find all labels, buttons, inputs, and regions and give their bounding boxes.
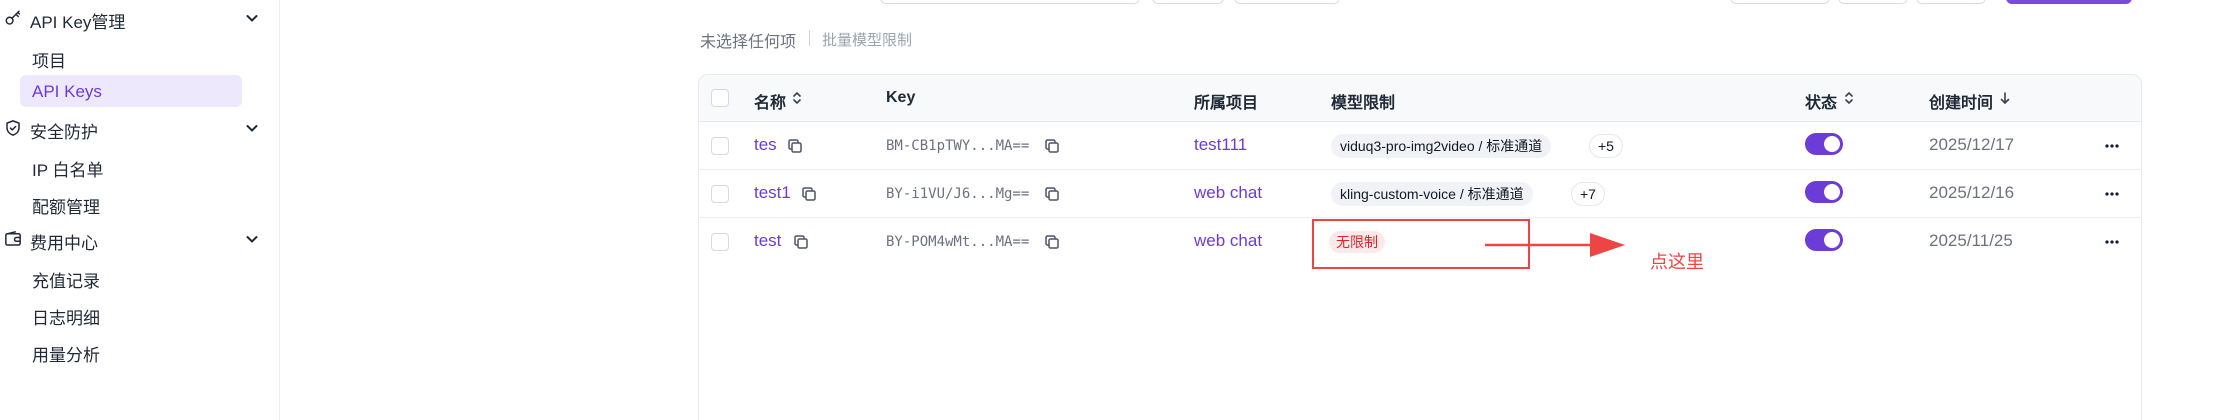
- copy-icon[interactable]: [801, 186, 817, 202]
- select-all-checkbox[interactable]: [711, 89, 729, 107]
- sidebar-group-label: API Key管理: [30, 13, 126, 32]
- sort-icon[interactable]: [791, 91, 803, 105]
- key-icon: [5, 10, 21, 25]
- toggle-knob: [1824, 184, 1840, 200]
- model-chip: viduq3-pro-img2video / 标准通道: [1331, 134, 1552, 158]
- annotation-arrow-icon: [1485, 233, 1625, 257]
- sidebar-group-api-key[interactable]: API Key管理: [0, 0, 280, 36]
- sidebar: API Key管理 项目 API Keys 安全防护 IP 白名单 配额管理 费…: [0, 0, 280, 420]
- column-header-created[interactable]: 创建时间: [1929, 89, 1993, 113]
- sidebar-item-label: 项目: [32, 52, 66, 71]
- sidebar-group-billing[interactable]: 费用中心: [0, 221, 280, 257]
- more-options-icon[interactable]: [2105, 144, 2119, 148]
- sidebar-group-label: 费用中心: [30, 234, 98, 253]
- project-link[interactable]: test111: [1194, 135, 1247, 155]
- created-date: 2025/12/16: [1929, 183, 2015, 202]
- column-header-key: Key: [886, 89, 916, 106]
- key-name[interactable]: test: [754, 231, 781, 251]
- toggle-knob: [1824, 232, 1840, 248]
- more-options-icon[interactable]: [2105, 240, 2119, 244]
- chevron-down-icon: [246, 236, 258, 243]
- copy-icon[interactable]: [1044, 186, 1060, 202]
- api-key-value: BM-CB1pTWY...MA==: [886, 138, 1030, 154]
- sidebar-item-ip-whitelist[interactable]: IP 白名单: [20, 149, 242, 181]
- copy-icon[interactable]: [1044, 234, 1060, 250]
- toolbar-button-3[interactable]: [1916, 0, 1986, 4]
- copy-icon[interactable]: [793, 234, 809, 250]
- sidebar-item-quota[interactable]: 配额管理: [20, 186, 242, 218]
- sidebar-item-usage[interactable]: 用量分析: [20, 334, 242, 366]
- key-name[interactable]: test1: [754, 183, 791, 203]
- table-row: test1 BY-i1VU/J6...Mg== web chat kling-c…: [699, 170, 2141, 218]
- column-header-model-limit: 模型限制: [1331, 95, 1396, 112]
- shield-icon: [6, 120, 20, 136]
- column-header-status[interactable]: 状态: [1805, 89, 1837, 113]
- sidebar-group-label: 安全防护: [30, 123, 98, 142]
- sidebar-item-label: 日志明细: [32, 309, 100, 328]
- copy-icon[interactable]: [787, 138, 803, 154]
- status-toggle[interactable]: [1805, 181, 1843, 203]
- project-link[interactable]: web chat: [1194, 231, 1262, 251]
- column-header-project: 所属项目: [1194, 95, 1259, 112]
- divider: [809, 30, 810, 46]
- created-date: 2025/12/17: [1929, 135, 2015, 154]
- sidebar-group-security[interactable]: 安全防护: [0, 110, 280, 146]
- api-key-value: BY-i1VU/J6...Mg==: [886, 186, 1030, 202]
- created-date: 2025/11/25: [1929, 231, 2013, 250]
- table-row: tes BM-CB1pTWY...MA== test111 viduq3-pro…: [699, 122, 2141, 170]
- filter-select[interactable]: [1152, 0, 1224, 4]
- key-name[interactable]: tes: [754, 135, 777, 155]
- status-toggle[interactable]: [1805, 229, 1843, 251]
- column-header-name[interactable]: 名称: [754, 89, 786, 113]
- copy-icon[interactable]: [1044, 138, 1060, 154]
- sort-descending-icon[interactable]: [1999, 91, 2011, 105]
- more-models-badge[interactable]: +5: [1589, 134, 1623, 158]
- project-link[interactable]: web chat: [1194, 183, 1262, 203]
- row-checkbox[interactable]: [711, 137, 729, 155]
- chevron-down-icon: [246, 125, 258, 132]
- sidebar-item-label: 配额管理: [32, 198, 100, 217]
- sort-icon[interactable]: [1843, 91, 1855, 105]
- sidebar-item-label: IP 白名单: [32, 161, 104, 180]
- toggle-knob: [1824, 136, 1840, 152]
- table-header: 名称 Key 所属项目 模型限制 状态 创建时间: [699, 75, 2141, 122]
- sidebar-item-recharge[interactable]: 充值记录: [20, 260, 242, 292]
- sidebar-item-label: API Keys: [32, 82, 102, 101]
- sidebar-item-label: 充值记录: [32, 272, 100, 291]
- create-key-button[interactable]: [2006, 0, 2132, 4]
- selection-info: 未选择任何项: [700, 34, 797, 51]
- status-toggle[interactable]: [1805, 133, 1843, 155]
- row-checkbox[interactable]: [711, 185, 729, 203]
- sidebar-item-api-keys[interactable]: API Keys: [20, 75, 242, 107]
- search-input[interactable]: [880, 0, 1140, 4]
- batch-model-limit-button[interactable]: 批量模型限制: [822, 29, 912, 50]
- more-options-icon[interactable]: [2105, 192, 2119, 196]
- api-key-value: BY-POM4wMt...MA==: [886, 234, 1030, 250]
- project-select[interactable]: [1234, 0, 1340, 4]
- row-checkbox[interactable]: [711, 233, 729, 251]
- annotation-label: 点这里: [1650, 252, 1704, 272]
- more-models-badge[interactable]: +7: [1571, 182, 1605, 206]
- model-chip: kling-custom-voice / 标准通道: [1331, 182, 1533, 206]
- toolbar-button-2[interactable]: [1838, 0, 1908, 4]
- wallet-icon: [5, 231, 21, 246]
- sidebar-item-projects[interactable]: 项目: [20, 40, 242, 72]
- sidebar-item-logs[interactable]: 日志明细: [20, 297, 242, 329]
- sidebar-item-label: 用量分析: [32, 346, 100, 365]
- chevron-down-icon: [246, 15, 258, 22]
- toolbar-button-1[interactable]: [1730, 0, 1830, 4]
